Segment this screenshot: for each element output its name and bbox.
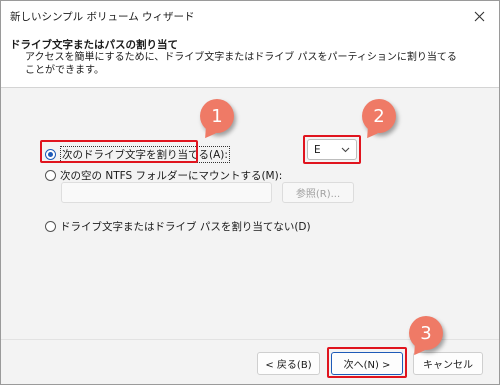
folder-path-input[interactable] (61, 182, 272, 203)
back-button[interactable]: < 戻る(B) (257, 352, 320, 375)
step-badge-2: 2 (362, 99, 396, 133)
title-bar: 新しいシンプル ボリューム ウィザード (1, 1, 499, 31)
header-title: ドライブ文字またはパスの割り当て (10, 39, 178, 51)
header-description: アクセスを簡単にするために、ドライブ文字またはドライブ パスをパーティションに割… (25, 52, 457, 76)
radio-button[interactable] (45, 221, 56, 232)
close-button[interactable] (459, 1, 499, 31)
highlight-box-3 (327, 347, 407, 378)
highlight-box-1 (40, 140, 198, 163)
step-badge-1: 1 (200, 99, 234, 133)
cancel-button[interactable]: キャンセル (413, 352, 483, 375)
wizard-header: ドライブ文字またはパスの割り当て アクセスを簡単にするために、ドライブ文字または… (1, 31, 499, 88)
browse-button[interactable]: 参照(R)... (282, 182, 354, 203)
step-badge-3: 3 (409, 316, 443, 350)
radio-no-assign[interactable]: ドライブ文字またはドライブ パスを割り当てない(D) (45, 219, 311, 234)
highlight-box-2 (303, 135, 361, 164)
wizard-body (1, 89, 499, 339)
radio-button[interactable] (45, 170, 56, 181)
window-title: 新しいシンプル ボリューム ウィザード (10, 11, 195, 23)
wizard-window: 新しいシンプル ボリューム ウィザード ドライブ文字またはパスの割り当て アクセ… (0, 0, 500, 385)
mount-folder-label: 次の空の NTFS フォルダーにマウントする(M): (60, 170, 283, 182)
no-assign-label: ドライブ文字またはドライブ パスを割り当てない(D) (60, 221, 311, 233)
radio-mount-folder[interactable]: 次の空の NTFS フォルダーにマウントする(M): (45, 168, 282, 183)
close-icon (474, 11, 484, 21)
